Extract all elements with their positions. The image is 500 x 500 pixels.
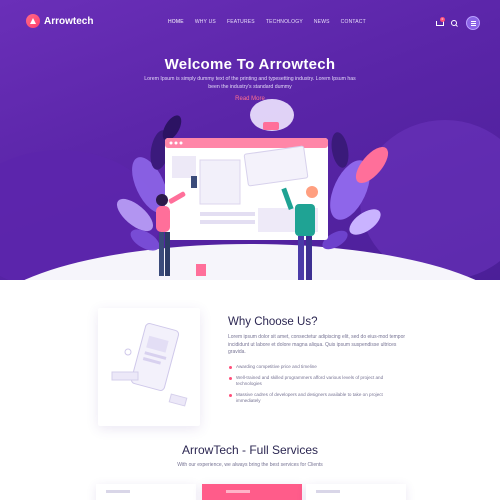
why-points: Awarding competitive price and timeline … [229,364,406,409]
nav-icons: 0 [436,16,480,30]
top-navbar: Arrowtech HOME WHY US FEATURES TECHNOLOG… [0,0,500,44]
why-point: Awarding competitive price and timeline [229,364,406,371]
nav-home[interactable]: HOME [168,19,184,25]
nav-why-us[interactable]: WHY US [195,19,216,25]
services-subtitle: With our experience, we always bring the… [177,462,323,468]
cart-icon[interactable]: 0 [436,17,445,27]
cart-badge: 0 [440,17,445,22]
nav-contact[interactable]: CONTACT [341,19,366,25]
hero-title: Welcome To Arrowtech [164,56,336,73]
phone-illustration [111,323,188,407]
bulb [250,99,294,131]
why-title: Why Choose Us? [228,316,318,328]
why-description: Lorem ipsum dolor sit amet, consectetur … [228,334,406,356]
nav-news[interactable]: NEWS [314,19,330,25]
why-point: Massive cadres of developers and designe… [229,392,406,405]
read-more-link[interactable]: Read More [0,96,500,102]
why-illustration-card [98,308,200,426]
services-title: ArrowTech - Full Services [181,443,319,457]
search-icon[interactable] [451,19,458,27]
logo-text: Arrowtech [44,15,94,27]
paint-bucket [196,264,206,276]
nav-features[interactable]: FEATURES [227,19,255,25]
main-menu: HOME WHY US FEATURES TECHNOLOGY NEWS CON… [168,19,377,25]
service-card[interactable] [96,484,196,500]
why-point: Well-trained and skilled programmers aff… [229,375,406,388]
leaves-right [322,132,389,250]
logo-icon [26,14,40,28]
hamburger-menu-button[interactable] [466,16,480,30]
nav-technology[interactable]: TECHNOLOGY [266,19,303,25]
service-card-active[interactable] [202,484,302,500]
hero-subtitle: Lorem Ipsum is simply dummy text of the … [144,76,356,90]
service-card[interactable] [306,484,406,500]
logo[interactable]: Arrowtech [26,14,93,28]
